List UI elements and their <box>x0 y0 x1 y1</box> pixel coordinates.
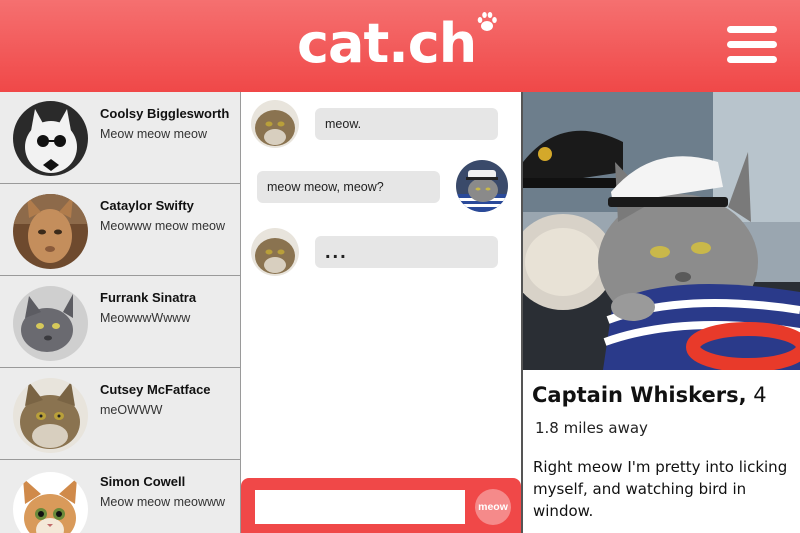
contact-last-message: Meow meow meowww <box>100 495 226 509</box>
profile-panel: Captain Whiskers, 4 1.8 miles away Right… <box>521 92 800 533</box>
contact-avatar <box>13 286 88 361</box>
contact-last-message: Meow meow meow <box>100 127 207 141</box>
send-meow-button[interactable]: meow <box>475 489 511 525</box>
contact-avatar <box>13 101 88 176</box>
contact-last-message: MeowwwWwww <box>100 311 191 325</box>
profile-bio: Right meow I'm pretty into licking mysel… <box>533 458 788 520</box>
menu-bar <box>727 56 777 63</box>
contact-name: Simon Cowell <box>100 474 186 489</box>
my-avatar <box>456 160 508 212</box>
chat-panel: meow. meow meow, meow? ... <box>241 92 521 533</box>
contact-name: Cutsey McFatface <box>100 382 211 397</box>
cat-photo <box>13 378 88 453</box>
contact-name: Coolsy Bigglesworth <box>100 106 230 121</box>
app-header: cat.ch <box>0 0 800 92</box>
cat-photo <box>523 92 800 370</box>
contact-list: Coolsy Bigglesworth Meow meow meow Catay… <box>0 92 241 533</box>
menu-bar <box>727 41 777 48</box>
message-input[interactable] <box>255 490 465 524</box>
contact-item[interactable]: Furrank Sinatra MeowwwWwww <box>0 276 241 368</box>
app-logo[interactable]: cat.ch <box>297 14 477 74</box>
cat-photo <box>456 160 508 212</box>
menu-button[interactable] <box>727 26 777 64</box>
chat-partner-avatar <box>251 228 299 276</box>
message-bubble-received: meow. <box>315 108 498 140</box>
cat-photo <box>251 100 299 148</box>
message-bubble-sent: meow meow, meow? <box>257 171 440 203</box>
contact-last-message: Meowww meow meow <box>100 219 226 233</box>
contact-item[interactable]: Cataylor Swifty Meowww meow meow <box>0 184 241 276</box>
cat-photo <box>251 228 299 276</box>
contact-name: Furrank Sinatra <box>100 290 197 305</box>
profile-distance: 1.8 miles away <box>535 419 648 437</box>
contact-avatar <box>13 472 88 533</box>
paw-icon <box>477 12 497 31</box>
contact-item[interactable]: Simon Cowell Meow meow meowww <box>0 460 241 533</box>
message-bubble-received: ... <box>315 236 498 268</box>
contact-avatar <box>13 194 88 269</box>
contact-item[interactable]: Cutsey McFatface meOWWW <box>0 368 241 460</box>
profile-name: Captain Whiskers, <box>532 383 747 407</box>
cat-photo <box>13 286 88 361</box>
contact-item[interactable]: Coolsy Bigglesworth Meow meow meow <box>0 92 241 184</box>
profile-name-line: Captain Whiskers, 4 <box>532 383 767 407</box>
contact-avatar <box>13 378 88 453</box>
cat-photo <box>13 472 88 533</box>
contact-name: Cataylor Swifty <box>100 198 194 213</box>
profile-photo[interactable] <box>523 92 800 370</box>
profile-age: 4 <box>753 383 767 407</box>
menu-bar <box>727 26 777 33</box>
cat-photo <box>13 194 88 269</box>
message-composer: meow <box>241 478 521 533</box>
chat-partner-avatar <box>251 100 299 148</box>
cat-photo <box>13 101 88 176</box>
contact-last-message: meOWWW <box>100 403 163 417</box>
